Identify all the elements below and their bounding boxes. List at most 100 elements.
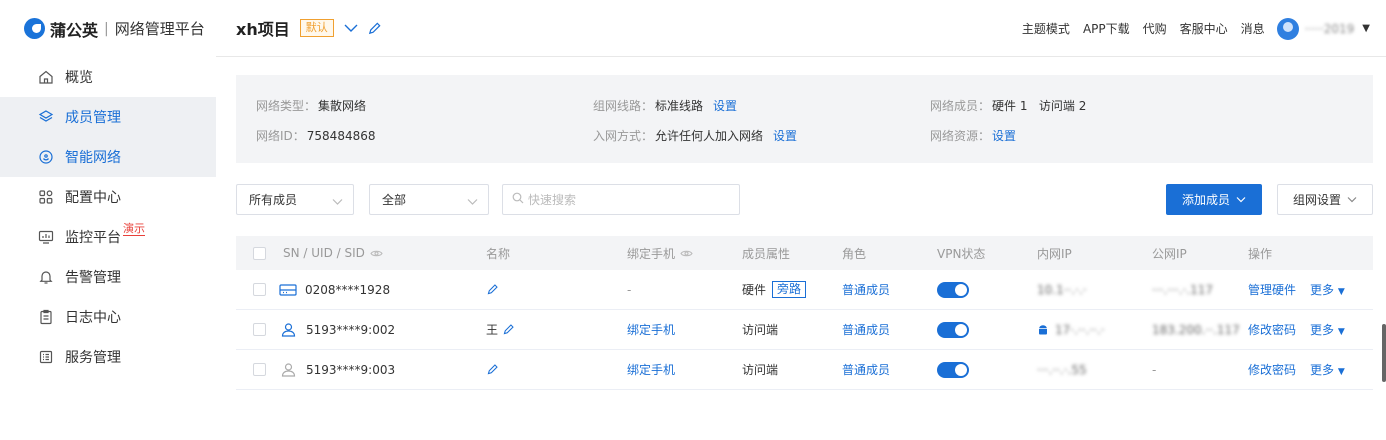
sidebar-item-label: 告警管理 xyxy=(65,270,121,286)
theme-mode-link[interactable]: 主题模式 xyxy=(1022,20,1070,37)
resources-settings-link[interactable]: 设置 xyxy=(992,129,1016,143)
column-header-role: 角色 xyxy=(842,246,867,261)
sidebar-item-logs[interactable]: 日志中心 xyxy=(0,297,216,337)
edit-pencil-icon[interactable] xyxy=(502,323,515,336)
row-checkbox[interactable] xyxy=(253,310,266,349)
router-icon xyxy=(279,283,297,297)
sidebar-item-label: 成员管理 xyxy=(65,110,121,126)
search-input[interactable]: 快速搜索 xyxy=(502,184,740,215)
eye-icon[interactable] xyxy=(370,249,383,258)
caret-down-icon: ▼ xyxy=(1337,327,1345,337)
sidebar-item-label: 概览 xyxy=(65,70,93,86)
more-menu[interactable]: 更多 ▼ xyxy=(1310,321,1345,338)
vpn-toggle[interactable] xyxy=(937,321,969,338)
user-menu-caret-icon[interactable]: ▼ xyxy=(1362,23,1370,34)
row-checkbox[interactable] xyxy=(253,350,266,389)
status-filter-select[interactable]: 全部 xyxy=(369,184,489,215)
more-menu[interactable]: 更多 ▼ xyxy=(1310,281,1345,298)
sidebar-item-members[interactable]: 成员管理 xyxy=(0,97,216,137)
table-header: SN / UID / SID 名称 绑定手机 成员属性 角色 VPN状态 内网I… xyxy=(236,236,1373,270)
support-center-link[interactable]: 客服中心 xyxy=(1180,20,1228,37)
grid-icon xyxy=(38,189,54,205)
role-link[interactable]: 普通成员 xyxy=(842,350,890,389)
table-row[interactable]: 0208****1928 - 硬件 旁路 普通成员 10.1··.·.· ···… xyxy=(236,270,1373,310)
table-row[interactable]: 5193****9:003 绑定手机 访问端 普通成员 ···.··.·.55 … xyxy=(236,350,1373,390)
bind-phone-link[interactable]: 绑定手机 xyxy=(627,310,675,349)
more-menu[interactable]: 更多 ▼ xyxy=(1310,361,1345,378)
role-link[interactable]: 普通成员 xyxy=(842,310,890,349)
more-label: 更多 xyxy=(1310,283,1335,297)
chevron-down-icon xyxy=(467,195,478,209)
vpn-toggle-cell xyxy=(937,310,969,349)
table-row[interactable]: 5193****9:002 王 绑定手机 访问端 普通成员 17·.··.··.… xyxy=(236,310,1373,350)
log-icon xyxy=(38,309,54,325)
add-member-button[interactable]: 添加成员 xyxy=(1166,184,1262,215)
network-type-label: 网络类型： xyxy=(256,99,317,113)
member-filter-select[interactable]: 所有成员 xyxy=(236,184,354,215)
role-link[interactable]: 普通成员 xyxy=(842,270,890,309)
sidebar-item-overview[interactable]: 概览 xyxy=(0,57,216,97)
wan-ip: ···.···.·.117 xyxy=(1152,282,1214,297)
eye-icon[interactable] xyxy=(680,249,693,258)
attribute-cell: 访问端 xyxy=(742,323,779,337)
column-header-lan-ip: 内网IP xyxy=(1037,246,1072,261)
vpn-toggle-cell xyxy=(937,350,969,389)
column-header-id: SN / UID / SID xyxy=(283,236,383,270)
member-name: 王 xyxy=(486,323,499,337)
bell-icon xyxy=(38,269,54,285)
select-all-checkbox[interactable] xyxy=(253,236,266,270)
join-settings-link[interactable]: 设置 xyxy=(773,129,797,143)
sidebar: 蒲公英 | 网络管理平台 概览 成员管理 智能网络 配置中心 监控平台 演示 告… xyxy=(0,0,216,440)
bind-phone-link[interactable]: 绑定手机 xyxy=(627,350,675,389)
brand[interactable]: 蒲公英 | 网络管理平台 xyxy=(0,0,216,57)
wan-ip: - xyxy=(1152,362,1157,377)
network-id-value: 758484868 xyxy=(306,129,376,143)
column-header-name: 名称 xyxy=(486,246,511,261)
network-members-field: 网络成员： 硬件 1 访问端 2 xyxy=(930,97,1086,114)
username[interactable]: ·····2019 xyxy=(1305,22,1355,36)
purchase-agent-link[interactable]: 代购 xyxy=(1143,20,1167,37)
phone-cell: - xyxy=(627,282,632,297)
sidebar-nav: 概览 成员管理 智能网络 配置中心 监控平台 演示 告警管理 日志中心 服务管理 xyxy=(0,57,216,377)
change-password-link[interactable]: 修改密码 xyxy=(1248,321,1296,338)
member-id: 5193****9:002 xyxy=(306,322,396,337)
demo-tag: 演示 xyxy=(123,221,145,236)
manage-hardware-link[interactable]: 管理硬件 xyxy=(1248,281,1296,298)
project-title[interactable]: xh项目 xyxy=(236,16,290,40)
chevron-down-icon xyxy=(332,195,343,209)
network-route-value: 标准线路 xyxy=(655,99,704,113)
avatar[interactable] xyxy=(1276,17,1299,40)
sidebar-item-alerts[interactable]: 告警管理 xyxy=(0,257,216,297)
column-header-attribute: 成员属性 xyxy=(742,246,791,261)
lan-ip-cell: 17·.··.··.· xyxy=(1037,310,1105,349)
network-route-label: 组网线路： xyxy=(593,99,654,113)
row-checkbox[interactable] xyxy=(253,270,266,309)
project-edit-pencil-icon[interactable] xyxy=(367,21,382,36)
route-settings-link[interactable]: 设置 xyxy=(713,99,737,113)
scrollbar-thumb[interactable] xyxy=(1382,324,1386,382)
edit-pencil-icon[interactable] xyxy=(486,363,499,376)
member-id: 0208****1928 xyxy=(305,282,391,297)
app-root: 蒲公英 | 网络管理平台 概览 成员管理 智能网络 配置中心 监控平台 演示 告… xyxy=(0,0,1386,440)
member-id: 5193****9:003 xyxy=(306,362,396,377)
join-method-field: 入网方式： 允许任何人加入网络 设置 xyxy=(593,127,797,144)
sidebar-item-services[interactable]: 服务管理 xyxy=(0,337,216,377)
join-method-label: 入网方式： xyxy=(593,129,654,143)
messages-link[interactable]: 消息 xyxy=(1241,20,1265,37)
sidebar-item-config[interactable]: 配置中心 xyxy=(0,177,216,217)
change-password-link[interactable]: 修改密码 xyxy=(1248,361,1296,378)
network-members-value: 硬件 1 访问端 2 xyxy=(992,99,1087,113)
project-switch-chevron-icon[interactable] xyxy=(343,23,359,33)
sidebar-item-monitor[interactable]: 监控平台 演示 xyxy=(0,217,216,257)
app-download-link[interactable]: APP下载 xyxy=(1083,20,1130,37)
edit-pencil-icon[interactable] xyxy=(486,283,499,296)
network-settings-button[interactable]: 组网设置 xyxy=(1277,184,1373,215)
member-id-cell: 0208****1928 xyxy=(279,270,390,309)
vpn-toggle[interactable] xyxy=(937,361,969,378)
add-member-label: 添加成员 xyxy=(1181,193,1230,207)
more-label: 更多 xyxy=(1310,323,1335,337)
sidebar-item-smart-network[interactable]: 智能网络 xyxy=(0,137,216,177)
vpn-toggle[interactable] xyxy=(937,281,969,298)
brand-name: 蒲公英 xyxy=(50,20,99,40)
smart-network-icon xyxy=(38,149,54,165)
